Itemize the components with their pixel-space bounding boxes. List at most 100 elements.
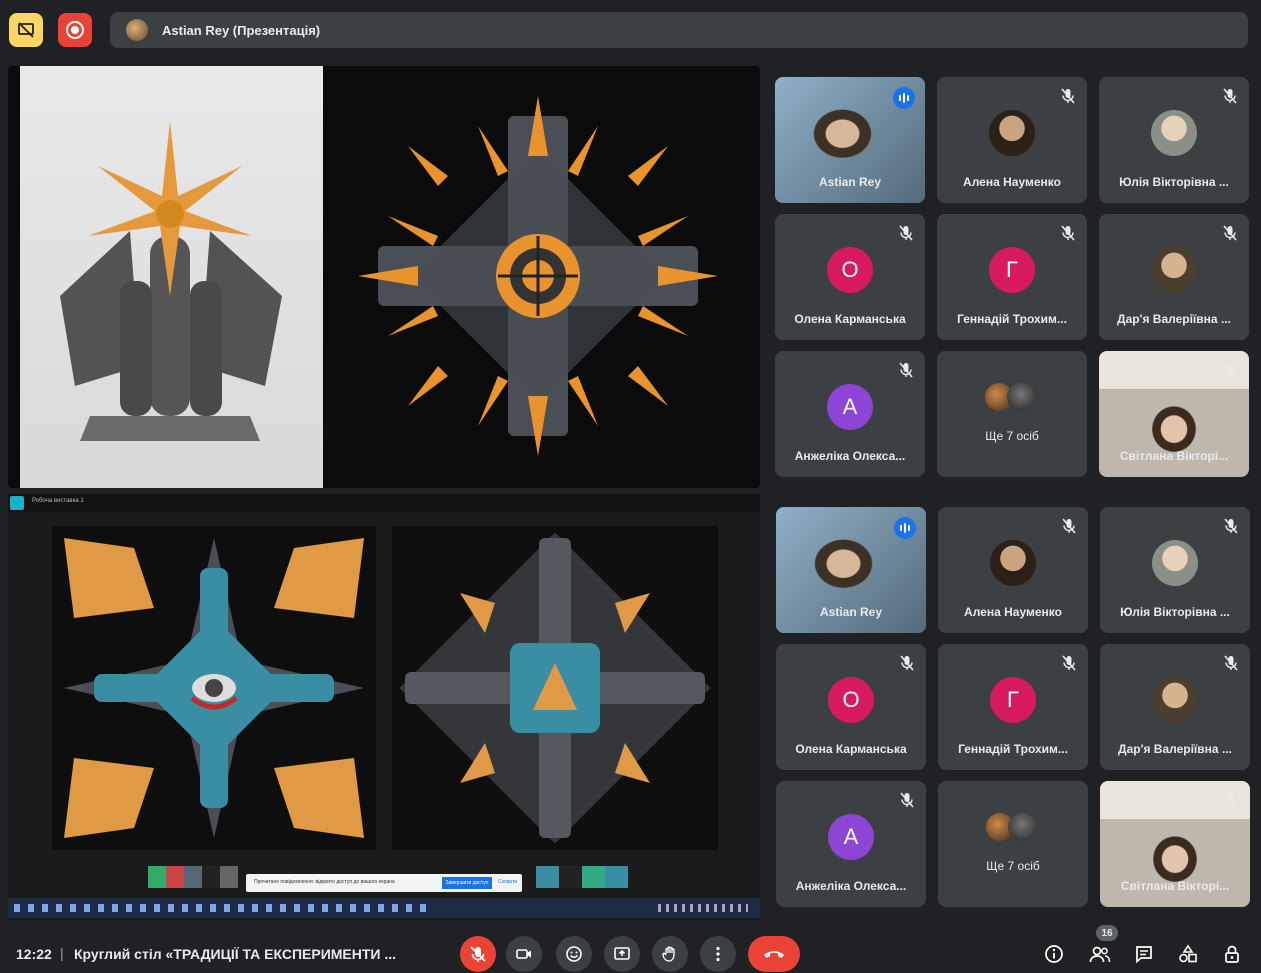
participant-avatar-letter: О <box>828 677 874 723</box>
taskbar <box>8 898 760 918</box>
participant-avatar-photo <box>989 110 1035 156</box>
participant-avatar-letter: Г <box>990 677 1036 723</box>
participant-tile[interactable]: Світлана Вікторі... <box>1100 781 1250 907</box>
present-icon[interactable] <box>604 936 640 972</box>
mic-muted-icon <box>898 791 916 809</box>
mic-muted-icon <box>1222 791 1240 809</box>
participant-avatar-letter: А <box>828 814 874 860</box>
stop-sharing-button[interactable]: Завершити доступ <box>442 877 492 889</box>
speaking-indicator-icon <box>893 87 915 109</box>
participant-tile[interactable]: Дар'я Валеріївна ... <box>1099 214 1249 340</box>
info-icon[interactable] <box>1040 940 1068 968</box>
mic-muted-icon <box>897 224 915 242</box>
presentation-upper <box>8 66 760 488</box>
participant-tile[interactable]: Алена Науменко <box>937 77 1087 203</box>
participant-name: Анжеліка Олекса... <box>794 449 906 463</box>
participant-name: Дар'я Валеріївна ... <box>1117 312 1231 326</box>
participant-name: Алена Науменко <box>963 175 1061 189</box>
mic-muted-icon <box>1060 517 1078 535</box>
mic-muted-icon <box>897 361 915 379</box>
participant-name: Astian Rey <box>819 605 883 619</box>
participants-count-badge: 16 <box>1096 925 1118 941</box>
mic-muted-icon <box>1221 224 1239 242</box>
mic-muted-icon <box>1222 517 1240 535</box>
participant-name: Світлана Вікторі... <box>1119 449 1229 463</box>
thumbnails-right[interactable] <box>536 866 628 888</box>
system-tray <box>658 904 748 912</box>
kaleidoscope-grey <box>392 526 718 850</box>
participant-tile[interactable]: А Анжеліка Олекса... <box>776 781 926 907</box>
participant-name: Ще 7 осіб <box>986 859 1040 873</box>
mic-muted-icon <box>1222 654 1240 672</box>
participant-tile[interactable]: Ще 7 осіб <box>938 781 1088 907</box>
participant-name: Алена Науменко <box>964 605 1062 619</box>
participant-tile[interactable]: Світлана Вікторі... <box>1099 351 1249 477</box>
participant-name: Дар'я Валеріївна ... <box>1118 742 1232 756</box>
mic-muted-icon <box>1060 654 1078 672</box>
participant-tile[interactable]: Дар'я Валеріївна ... <box>1100 644 1250 770</box>
sharing-notice: Прочитано повідомлення: відкрито доступ … <box>246 874 522 892</box>
participant-tile[interactable]: Astian Rey <box>776 507 926 633</box>
participant-tile[interactable]: Ще 7 осіб <box>937 351 1087 477</box>
notice-text: Прочитано повідомлення: відкрито доступ … <box>254 879 395 885</box>
hide-notice-button[interactable]: Сховати <box>498 879 517 885</box>
present-off-icon[interactable] <box>9 13 43 47</box>
participant-tile[interactable]: Юлія Вікторівна ... <box>1099 77 1249 203</box>
mic-muted-icon <box>898 654 916 672</box>
participant-avatar-photo <box>1152 677 1198 723</box>
participant-name: Astian Rey <box>818 175 882 189</box>
participant-avatar-letter: А <box>827 384 873 430</box>
raise-hand-icon[interactable] <box>652 936 688 972</box>
people-icon[interactable] <box>1086 940 1114 968</box>
host-controls-icon[interactable] <box>1218 940 1246 968</box>
window-titlebar: Робоча виставка 1 <box>8 494 760 512</box>
presenter-label: Astian Rey (Презентація) <box>162 22 321 38</box>
participant-avatar-photo <box>1151 110 1197 156</box>
participant-tile[interactable]: Astian Rey <box>775 77 925 203</box>
participant-name: Світлана Вікторі... <box>1120 879 1230 893</box>
presenter-avatar <box>126 19 148 41</box>
hang-up-icon[interactable] <box>748 936 800 972</box>
participant-avatar-photo <box>990 540 1036 586</box>
participant-name: Ще 7 осіб <box>985 429 1039 443</box>
participant-avatar-letter: Г <box>989 247 1035 293</box>
more-participants-avatars <box>985 381 1041 413</box>
participant-name: Геннадій Трохим... <box>958 742 1068 756</box>
mic-muted-icon <box>1059 224 1077 242</box>
participant-tile[interactable]: Юлія Вікторівна ... <box>1100 507 1250 633</box>
mic-muted-icon <box>1221 361 1239 379</box>
activities-icon[interactable] <box>1174 940 1202 968</box>
chat-icon[interactable] <box>1130 940 1158 968</box>
presenter-chip[interactable]: Astian Rey (Презентація) <box>110 12 1248 48</box>
sculpture-photo <box>20 66 323 488</box>
participant-tile[interactable]: А Анжеліка Олекса... <box>775 351 925 477</box>
thumbnails-left[interactable] <box>148 866 238 888</box>
participant-tile[interactable]: Г Геннадій Трохим... <box>938 644 1088 770</box>
participant-name: Анжеліка Олекса... <box>795 879 907 893</box>
participant-name: Юлія Вікторівна ... <box>1120 605 1230 619</box>
record-icon[interactable] <box>58 13 92 47</box>
mic-off-icon[interactable] <box>460 936 496 972</box>
taskbar-icons[interactable] <box>14 904 434 912</box>
emoji-icon[interactable] <box>556 936 592 972</box>
mic-muted-icon <box>1059 87 1077 105</box>
meeting-title: Круглий стіл «ТРАДИЦІЇ ТА ЕКСПЕРИМЕНТИ .… <box>74 946 397 962</box>
meeting-time: 12:22 <box>16 946 52 962</box>
camera-off-icon[interactable] <box>506 936 542 972</box>
more-participants-avatars <box>986 811 1042 843</box>
participant-avatar-letter: О <box>827 247 873 293</box>
mic-muted-icon <box>1221 87 1239 105</box>
separator: | <box>60 945 64 961</box>
participant-tile[interactable]: Г Геннадій Трохим... <box>937 214 1087 340</box>
speaking-indicator-icon <box>894 517 916 539</box>
participant-name: Олена Карманська <box>795 742 907 756</box>
participant-name: Олена Карманська <box>794 312 906 326</box>
participant-tile[interactable]: О Олена Карманська <box>776 644 926 770</box>
participant-tile[interactable]: О Олена Карманська <box>775 214 925 340</box>
participant-avatar-photo <box>1151 247 1197 293</box>
presentation-lower: Робоча виставка 1 Прочитано повідомлення… <box>8 494 760 920</box>
participant-name: Геннадій Трохим... <box>957 312 1067 326</box>
kaleidoscope-blue <box>52 526 376 850</box>
more-options-icon[interactable] <box>700 936 736 972</box>
participant-tile[interactable]: Алена Науменко <box>938 507 1088 633</box>
